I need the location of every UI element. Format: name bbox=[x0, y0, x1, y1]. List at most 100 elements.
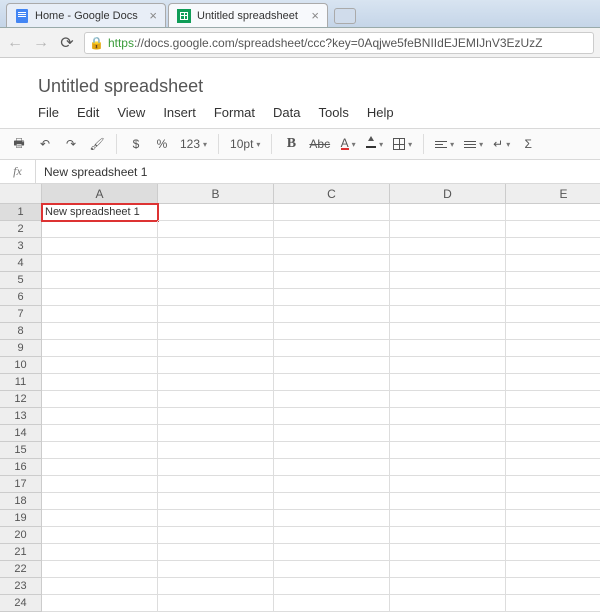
row-header-3[interactable]: 3 bbox=[0, 238, 42, 255]
cell-B19[interactable] bbox=[158, 510, 274, 527]
cell-B18[interactable] bbox=[158, 493, 274, 510]
column-header-A[interactable]: A bbox=[42, 184, 158, 204]
cell-B12[interactable] bbox=[158, 391, 274, 408]
cell-E8[interactable] bbox=[506, 323, 600, 340]
cell-B7[interactable] bbox=[158, 306, 274, 323]
cell-B17[interactable] bbox=[158, 476, 274, 493]
cell-C7[interactable] bbox=[274, 306, 390, 323]
close-icon[interactable]: × bbox=[311, 8, 319, 23]
cell-D9[interactable] bbox=[390, 340, 506, 357]
cell-C12[interactable] bbox=[274, 391, 390, 408]
cell-B2[interactable] bbox=[158, 221, 274, 238]
cell-E9[interactable] bbox=[506, 340, 600, 357]
cell-A5[interactable] bbox=[42, 272, 158, 289]
cell-C18[interactable] bbox=[274, 493, 390, 510]
v-align-dropdown[interactable] bbox=[461, 133, 486, 155]
cell-B11[interactable] bbox=[158, 374, 274, 391]
cell-C20[interactable] bbox=[274, 527, 390, 544]
cell-D14[interactable] bbox=[390, 425, 506, 442]
cell-D21[interactable] bbox=[390, 544, 506, 561]
cell-C1[interactable] bbox=[274, 204, 390, 221]
cell-C5[interactable] bbox=[274, 272, 390, 289]
cell-B22[interactable] bbox=[158, 561, 274, 578]
cell-D1[interactable] bbox=[390, 204, 506, 221]
cell-A18[interactable] bbox=[42, 493, 158, 510]
cell-C6[interactable] bbox=[274, 289, 390, 306]
redo-button[interactable]: ↷ bbox=[60, 133, 82, 155]
menu-help[interactable]: Help bbox=[367, 105, 394, 120]
row-header-24[interactable]: 24 bbox=[0, 595, 42, 612]
font-size-dropdown[interactable]: 10pt bbox=[227, 133, 263, 155]
functions-button[interactable]: Σ bbox=[517, 133, 539, 155]
document-title-input[interactable]: Untitled spreadsheet bbox=[38, 76, 600, 97]
back-button[interactable]: ← bbox=[6, 34, 24, 52]
row-header-16[interactable]: 16 bbox=[0, 459, 42, 476]
cell-A11[interactable] bbox=[42, 374, 158, 391]
cell-C8[interactable] bbox=[274, 323, 390, 340]
cell-E1[interactable] bbox=[506, 204, 600, 221]
cell-A1[interactable]: New spreadsheet 1 bbox=[42, 204, 158, 221]
strikethrough-button[interactable]: Abc bbox=[306, 133, 333, 155]
cell-D2[interactable] bbox=[390, 221, 506, 238]
cell-B16[interactable] bbox=[158, 459, 274, 476]
cell-D10[interactable] bbox=[390, 357, 506, 374]
cell-D23[interactable] bbox=[390, 578, 506, 595]
menu-edit[interactable]: Edit bbox=[77, 105, 99, 120]
row-header-4[interactable]: 4 bbox=[0, 255, 42, 272]
column-header-C[interactable]: C bbox=[274, 184, 390, 204]
cell-C14[interactable] bbox=[274, 425, 390, 442]
cell-A12[interactable] bbox=[42, 391, 158, 408]
cell-E21[interactable] bbox=[506, 544, 600, 561]
cell-A21[interactable] bbox=[42, 544, 158, 561]
cell-C24[interactable] bbox=[274, 595, 390, 612]
cell-A23[interactable] bbox=[42, 578, 158, 595]
cell-E19[interactable] bbox=[506, 510, 600, 527]
cell-E20[interactable] bbox=[506, 527, 600, 544]
print-button[interactable]: 🖶 bbox=[8, 133, 30, 155]
column-header-E[interactable]: E bbox=[506, 184, 600, 204]
undo-button[interactable]: ↶ bbox=[34, 133, 56, 155]
cell-A10[interactable] bbox=[42, 357, 158, 374]
cell-E4[interactable] bbox=[506, 255, 600, 272]
row-header-9[interactable]: 9 bbox=[0, 340, 42, 357]
wrap-dropdown[interactable]: ↵ bbox=[490, 133, 513, 155]
cell-B20[interactable] bbox=[158, 527, 274, 544]
cell-C9[interactable] bbox=[274, 340, 390, 357]
row-header-8[interactable]: 8 bbox=[0, 323, 42, 340]
cell-A13[interactable] bbox=[42, 408, 158, 425]
cell-C21[interactable] bbox=[274, 544, 390, 561]
cell-A20[interactable] bbox=[42, 527, 158, 544]
cell-C17[interactable] bbox=[274, 476, 390, 493]
menu-tools[interactable]: Tools bbox=[318, 105, 348, 120]
new-tab-button[interactable] bbox=[334, 8, 356, 24]
cell-D11[interactable] bbox=[390, 374, 506, 391]
row-header-13[interactable]: 13 bbox=[0, 408, 42, 425]
cell-E3[interactable] bbox=[506, 238, 600, 255]
column-header-D[interactable]: D bbox=[390, 184, 506, 204]
cell-B21[interactable] bbox=[158, 544, 274, 561]
reload-button[interactable]: ⟳ bbox=[58, 33, 76, 53]
cell-B8[interactable] bbox=[158, 323, 274, 340]
cell-A6[interactable] bbox=[42, 289, 158, 306]
cell-D4[interactable] bbox=[390, 255, 506, 272]
cell-B6[interactable] bbox=[158, 289, 274, 306]
cell-A17[interactable] bbox=[42, 476, 158, 493]
bold-button[interactable]: B bbox=[280, 133, 302, 155]
select-all-corner[interactable] bbox=[0, 184, 42, 204]
cell-D7[interactable] bbox=[390, 306, 506, 323]
cell-E14[interactable] bbox=[506, 425, 600, 442]
cell-B15[interactable] bbox=[158, 442, 274, 459]
forward-button[interactable]: → bbox=[32, 34, 50, 52]
cell-C11[interactable] bbox=[274, 374, 390, 391]
cell-E15[interactable] bbox=[506, 442, 600, 459]
row-header-21[interactable]: 21 bbox=[0, 544, 42, 561]
cell-D17[interactable] bbox=[390, 476, 506, 493]
row-header-1[interactable]: 1 bbox=[0, 204, 42, 221]
row-header-12[interactable]: 12 bbox=[0, 391, 42, 408]
cell-E16[interactable] bbox=[506, 459, 600, 476]
cell-E23[interactable] bbox=[506, 578, 600, 595]
cell-C3[interactable] bbox=[274, 238, 390, 255]
cell-E11[interactable] bbox=[506, 374, 600, 391]
cell-B10[interactable] bbox=[158, 357, 274, 374]
cell-D22[interactable] bbox=[390, 561, 506, 578]
